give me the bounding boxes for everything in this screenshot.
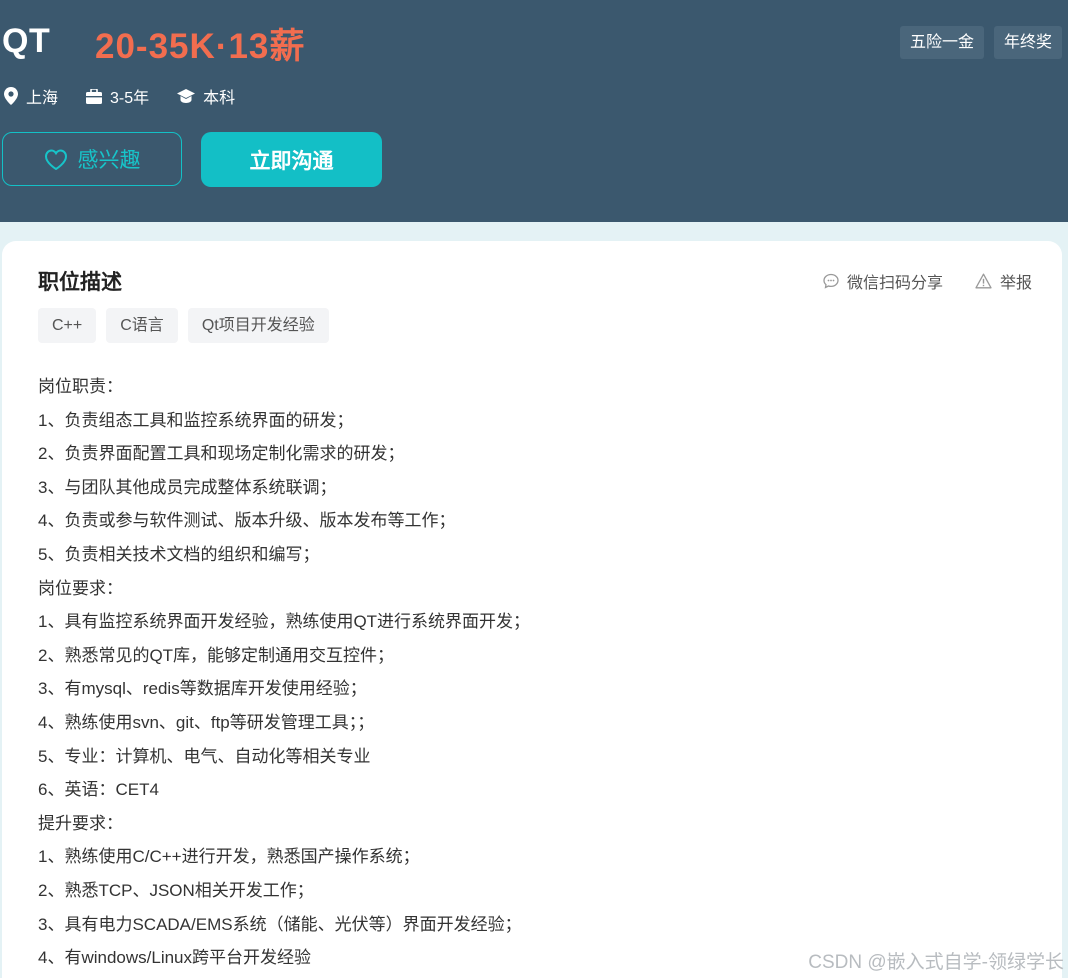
warning-icon bbox=[975, 273, 992, 289]
description-line: 4、熟练使用svn、git、ftp等研发管理工具；； bbox=[38, 712, 375, 732]
description-heading: 岗位职责： bbox=[38, 377, 123, 396]
report-button[interactable]: 举报 bbox=[975, 269, 1032, 293]
meta-location: 上海 bbox=[4, 84, 58, 108]
location-text: 上海 bbox=[26, 90, 59, 107]
job-title: QT bbox=[2, 22, 51, 60]
location-pin-icon bbox=[4, 87, 18, 105]
benefit-tags: 五险一金 年终奖 bbox=[899, 26, 1062, 59]
description-line: 1、负责组态工具和监控系统界面的研发； bbox=[38, 410, 354, 430]
skill-tag: C++ bbox=[38, 308, 97, 343]
salary: 20-35K·13薪 bbox=[95, 27, 306, 66]
chat-now-button[interactable]: 立即沟通 bbox=[201, 132, 382, 187]
description-heading: 岗位要求： bbox=[38, 578, 123, 598]
card-actions: 微信扫码分享 举报 bbox=[791, 269, 1032, 293]
description-line: 3、具有电力SCADA/EMS系统（储能、光伏等）界面开发经验； bbox=[38, 914, 522, 934]
benefit-tag: 五险一金 bbox=[899, 26, 984, 59]
experience-text: 3-5年 bbox=[110, 90, 150, 107]
skill-tag: C语言 bbox=[106, 308, 178, 343]
section-title: 职位描述 bbox=[38, 271, 122, 294]
interest-button[interactable]: 感兴趣 bbox=[2, 132, 182, 186]
description-line: 6、英语：CET4 bbox=[38, 780, 159, 800]
benefit-tag: 年终奖 bbox=[993, 26, 1062, 59]
job-meta: 上海 3-5年 本科 bbox=[4, 84, 263, 108]
meta-experience: 3-5年 bbox=[86, 84, 149, 108]
job-description-text: 岗位职责： 1、负责组态工具和监控系统界面的研发； 2、负责界面配置工具和现场定… bbox=[38, 370, 1018, 975]
skill-tags: C++ C语言 Qt项目开发经验 bbox=[38, 308, 329, 343]
description-line: 4、负责或参与软件测试、版本升级、版本发布等工作； bbox=[38, 511, 456, 531]
description-line: 2、负责界面配置工具和现场定制化需求的研发； bbox=[38, 444, 405, 464]
meta-education: 本科 bbox=[177, 84, 235, 108]
description-line: 5、负责相关技术文档的组织和编写； bbox=[38, 544, 320, 564]
description-line: 1、熟练使用C/C++进行开发，熟悉国产操作系统； bbox=[38, 847, 420, 867]
description-line: 3、与团队其他成员完成整体系统联调； bbox=[38, 477, 337, 497]
watermark: CSDN @嵌入式自学-领绿学长 bbox=[808, 952, 1064, 973]
description-line: 2、熟悉常见的QT库，能够定制通用交互控件； bbox=[38, 645, 395, 665]
job-description-card: 职位描述 微信扫码分享 举报 C++ C语言 Qt项目开发经验 岗位职责： 1、… bbox=[2, 241, 1062, 978]
graduation-cap-icon bbox=[177, 88, 196, 103]
wechat-share-button[interactable]: 微信扫码分享 bbox=[823, 269, 943, 293]
education-text: 本科 bbox=[203, 90, 236, 107]
heart-icon bbox=[44, 148, 67, 170]
description-heading: 提升要求： bbox=[38, 813, 123, 833]
share-label: 微信扫码分享 bbox=[846, 275, 943, 292]
job-header: QT 20-35K·13薪 五险一金 年终奖 上海 3-5年 本科 感兴趣 立即… bbox=[0, 0, 1068, 222]
report-label: 举报 bbox=[999, 275, 1032, 292]
description-line: 3、有mysql、redis等数据库开发使用经验； bbox=[38, 679, 367, 699]
skill-tag: Qt项目开发经验 bbox=[187, 308, 329, 343]
description-line: 2、熟悉TCP、JSON相关开发工作； bbox=[38, 880, 314, 900]
chat-bubble-icon bbox=[823, 273, 839, 289]
description-line: 1、具有监控系统界面开发经验，熟练使用QT进行系统界面开发； bbox=[38, 612, 531, 632]
interest-label: 感兴趣 bbox=[77, 149, 141, 172]
briefcase-icon bbox=[86, 88, 103, 104]
description-line: 5、专业：计算机、电气、自动化等相关专业 bbox=[38, 746, 371, 766]
